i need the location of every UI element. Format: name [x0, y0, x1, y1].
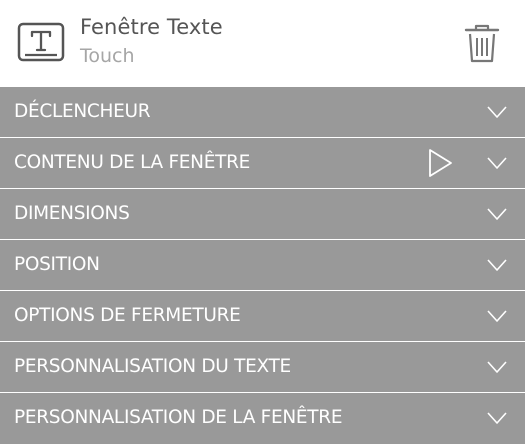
section-position[interactable]: POSITION [0, 240, 525, 291]
section-label: PERSONNALISATION DU TEXTE [14, 356, 291, 377]
section-personnalisation-fenetre[interactable]: PERSONNALISATION DE LA FENÊTRE [0, 393, 525, 444]
section-options-fermeture[interactable]: OPTIONS DE FERMETURE [0, 291, 525, 342]
section-declencheur[interactable]: DÉCLENCHEUR [0, 87, 525, 138]
chevron-down-icon[interactable] [487, 361, 507, 373]
section-label: POSITION [14, 254, 100, 275]
section-personnalisation-texte[interactable]: PERSONNALISATION DU TEXTE [0, 342, 525, 393]
play-icon[interactable] [426, 148, 454, 178]
section-label: DÉCLENCHEUR [14, 101, 151, 122]
trash-icon[interactable] [463, 22, 501, 64]
chevron-down-icon[interactable] [487, 157, 507, 169]
chevron-down-icon[interactable] [487, 259, 507, 271]
widget-subtitle: Touch [80, 45, 135, 67]
section-label: DIMENSIONS [14, 203, 130, 224]
settings-sections: DÉCLENCHEUR CONTENU DE LA FENÊTRE DIMENS… [0, 87, 525, 444]
chevron-down-icon[interactable] [487, 310, 507, 322]
chevron-down-icon[interactable] [487, 412, 507, 424]
widget-title: Fenêtre Texte [80, 15, 223, 39]
section-label: PERSONNALISATION DE LA FENÊTRE [14, 407, 343, 428]
chevron-down-icon[interactable] [487, 106, 507, 118]
text-window-icon [17, 22, 65, 62]
widget-header: Fenêtre Texte Touch [0, 0, 525, 87]
section-label: CONTENU DE LA FENÊTRE [14, 152, 251, 173]
widget-settings-panel: Fenêtre Texte Touch DÉCLENCHEUR CONTENU … [0, 0, 525, 444]
section-label: OPTIONS DE FERMETURE [14, 305, 241, 326]
section-dimensions[interactable]: DIMENSIONS [0, 189, 525, 240]
section-contenu-fenetre[interactable]: CONTENU DE LA FENÊTRE [0, 138, 525, 189]
chevron-down-icon[interactable] [487, 208, 507, 220]
